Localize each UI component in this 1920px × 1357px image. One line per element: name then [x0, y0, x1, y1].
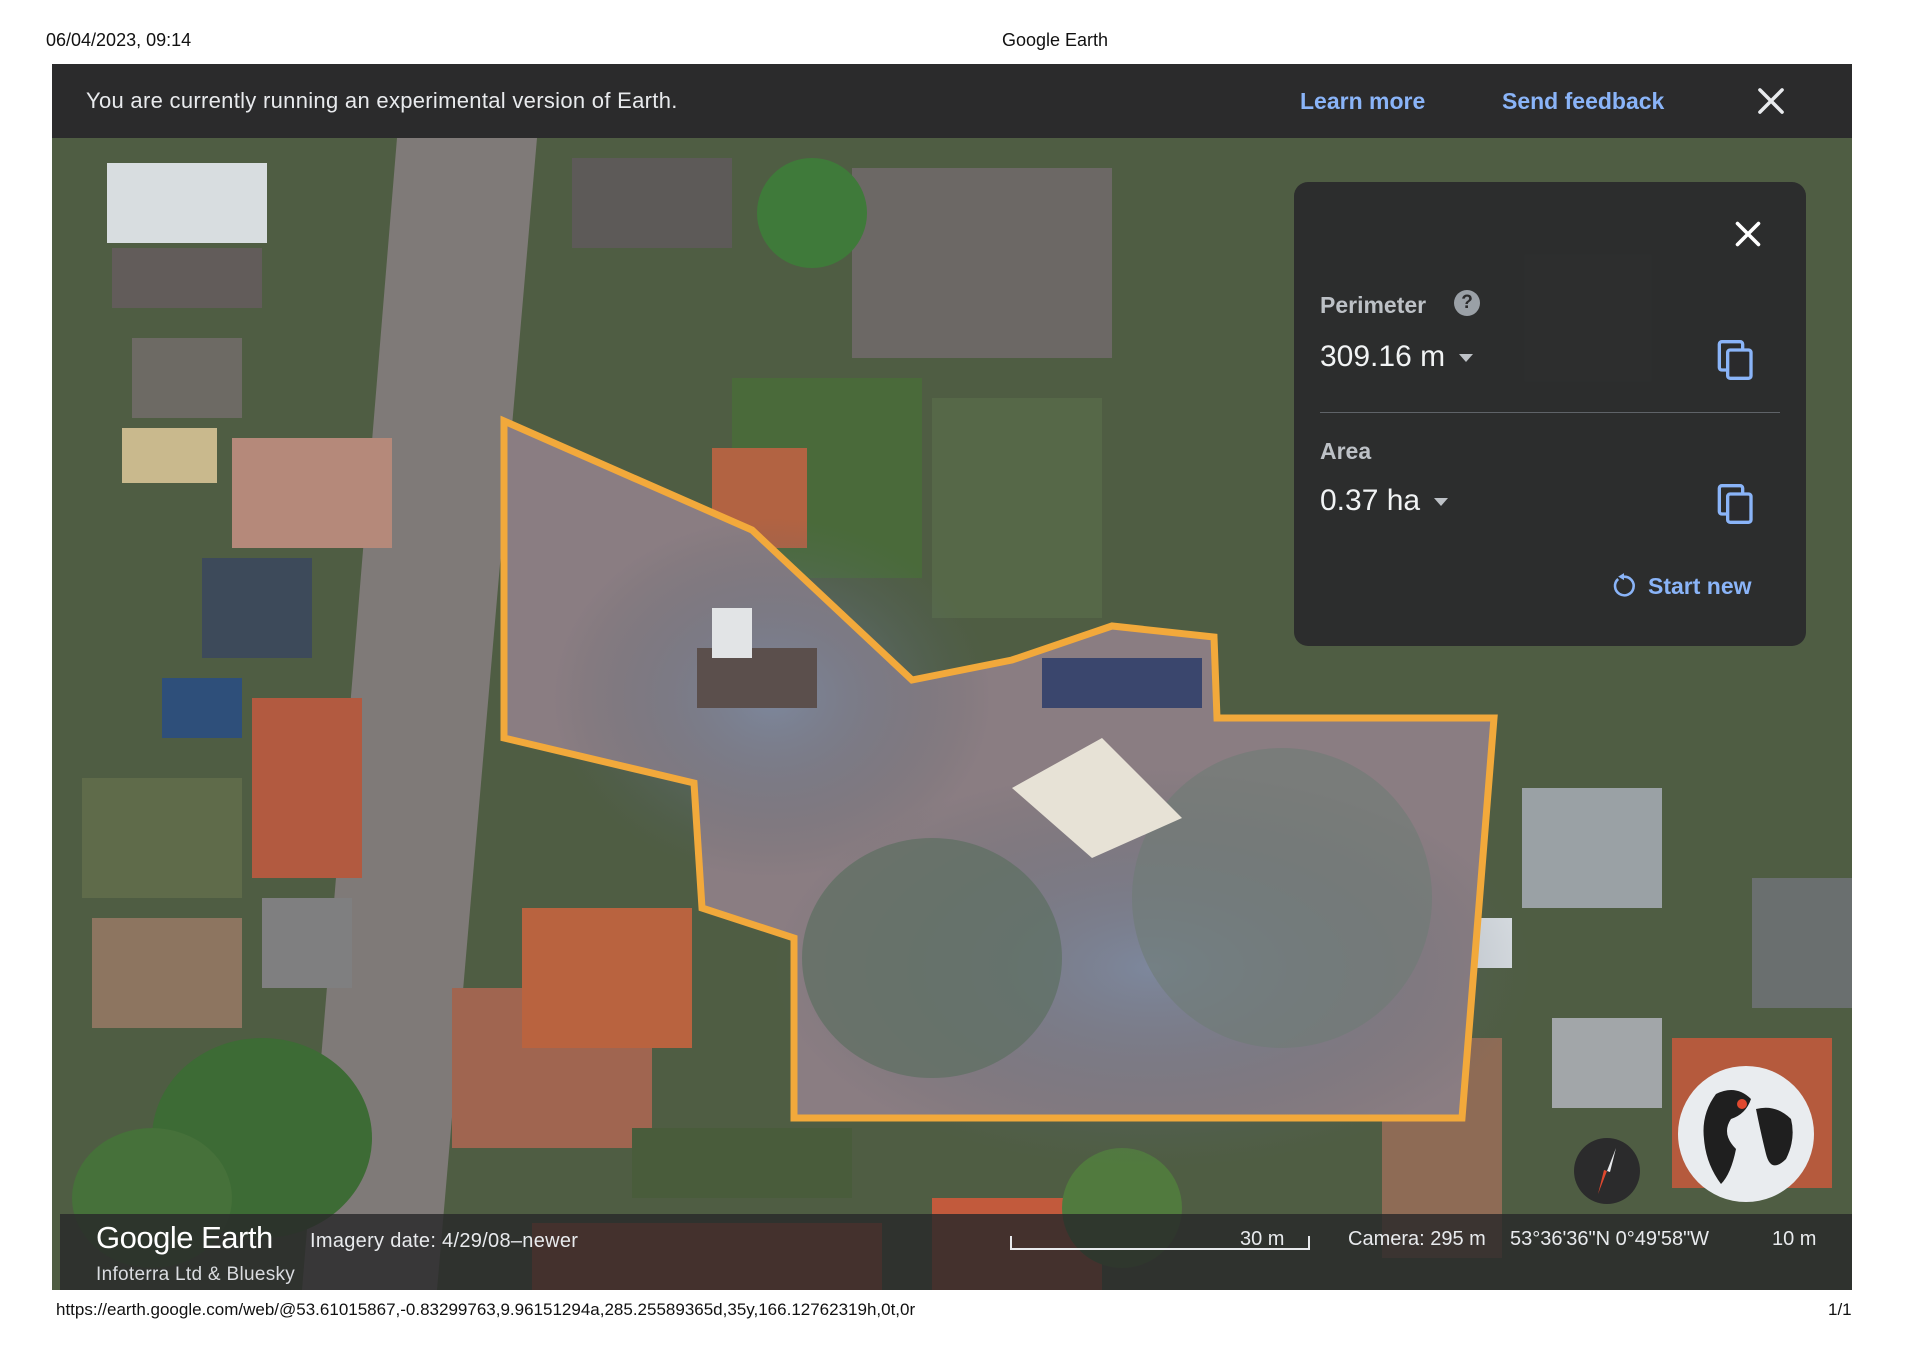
- print-title: Google Earth: [1001, 30, 1109, 50]
- scale-label: 30 m: [1240, 1228, 1285, 1250]
- print-page-number: 1/1: [1828, 1300, 1852, 1319]
- dropdown-icon: [1434, 498, 1449, 507]
- send-feedback-link[interactable]: Send feedback: [1502, 88, 1664, 115]
- refresh-icon: [1613, 573, 1635, 597]
- copy-icon[interactable]: [1716, 338, 1756, 382]
- measure-panel: Perimeter ? 309.16 m Area 0.37 ha Start …: [1294, 182, 1806, 646]
- elevation: 10 m: [1772, 1228, 1817, 1250]
- status-bar: Google Earth Imagery date: 4/29/08–newer…: [60, 1214, 1852, 1290]
- area-unit-select[interactable]: 0.37 ha: [1320, 484, 1449, 518]
- banner-message: You are currently running an experimenta…: [86, 88, 678, 113]
- camera-altitude: Camera: 295 m: [1348, 1228, 1486, 1250]
- area-value: 0.37 ha: [1320, 484, 1421, 517]
- panel-divider: [1320, 412, 1780, 413]
- imagery-date: Imagery date: 4/29/08–newer: [310, 1230, 579, 1252]
- start-new-button[interactable]: Start new: [1610, 572, 1752, 600]
- close-icon[interactable]: [1730, 216, 1766, 252]
- coordinates: 53°36'36"N 0°49'58"W: [1510, 1228, 1710, 1250]
- earth-window: You are currently running an experimenta…: [52, 64, 1852, 1290]
- area-label: Area: [1320, 438, 1372, 464]
- perimeter-unit-select[interactable]: 309.16 m: [1320, 340, 1474, 374]
- perimeter-value: 309.16 m: [1320, 340, 1446, 373]
- help-icon[interactable]: ?: [1454, 290, 1480, 316]
- globe-icon[interactable]: [1676, 1064, 1816, 1204]
- start-new-label: Start new: [1648, 572, 1752, 599]
- google-earth-logo: Google Earth: [96, 1220, 273, 1255]
- learn-more-link[interactable]: Learn more: [1300, 88, 1425, 115]
- compass-icon[interactable]: [1572, 1136, 1642, 1206]
- attribution: Infoterra Ltd & Bluesky: [96, 1264, 296, 1285]
- print-url: https://earth.google.com/web/@53.6101586…: [56, 1300, 916, 1319]
- experimental-banner: You are currently running an experimenta…: [52, 64, 1852, 138]
- dropdown-icon: [1459, 354, 1474, 363]
- copy-icon[interactable]: [1716, 482, 1756, 526]
- perimeter-label: Perimeter: [1320, 292, 1427, 318]
- close-icon[interactable]: [1752, 82, 1790, 120]
